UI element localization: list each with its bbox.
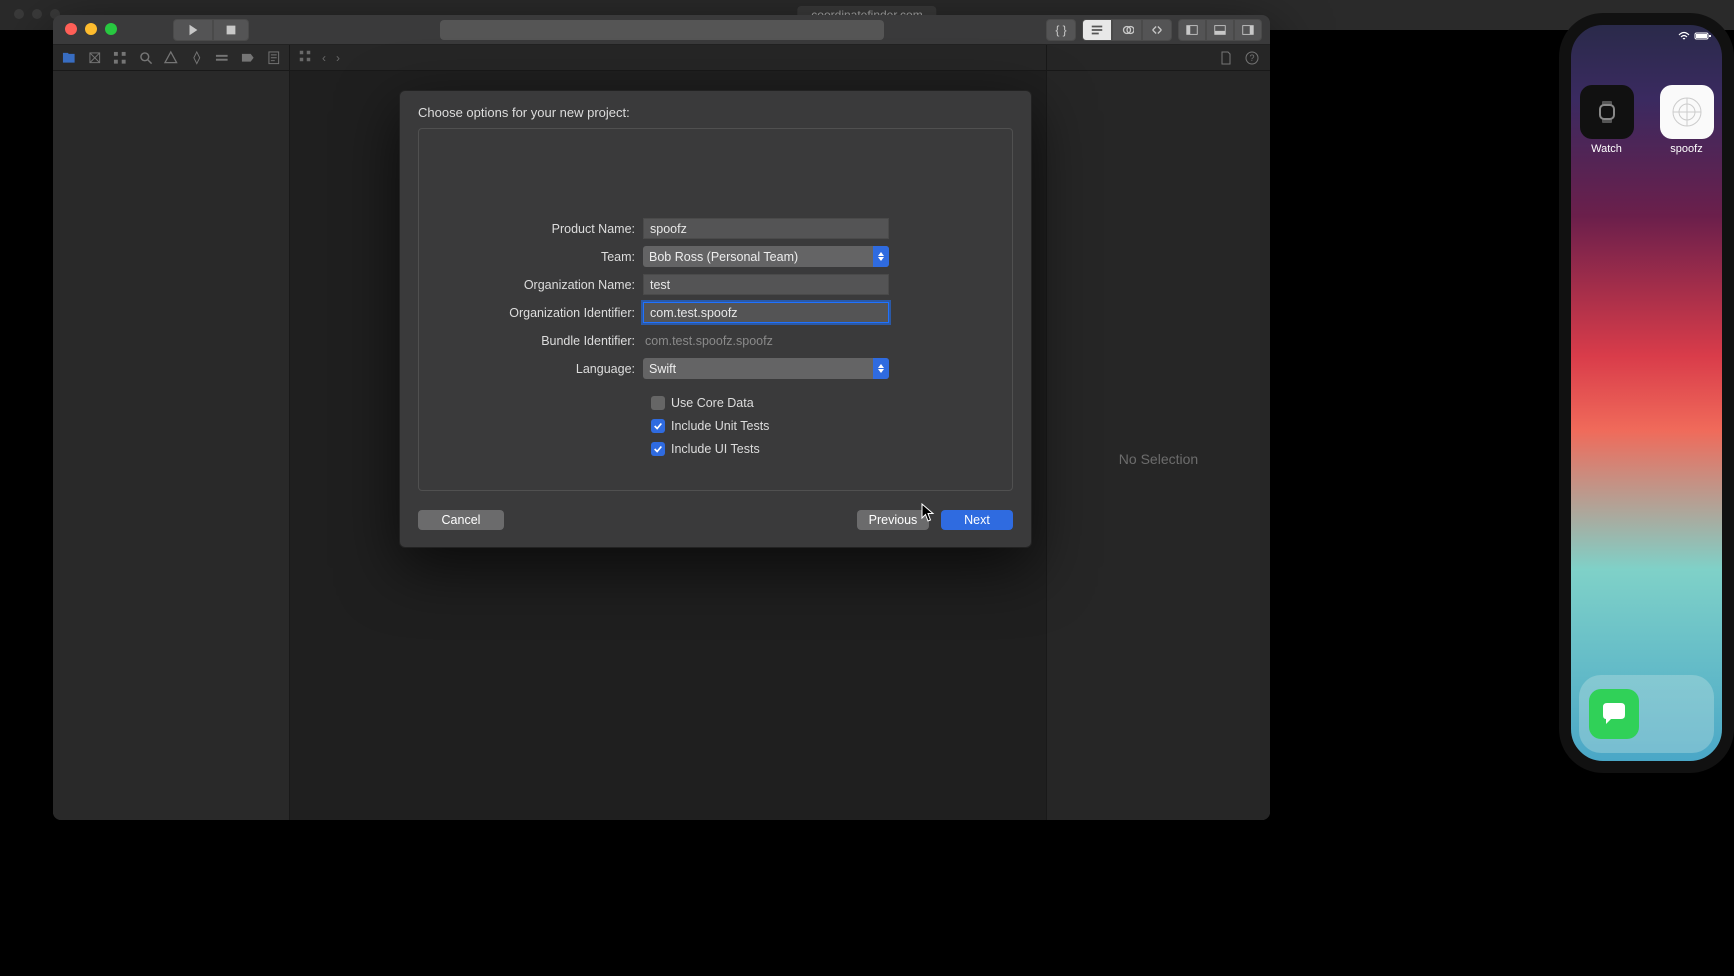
sheet-title: Choose options for your new project:: [400, 91, 1031, 128]
language-popup-value: Swift: [649, 362, 676, 376]
minimize-window-button[interactable]: [85, 23, 97, 35]
new-project-options-sheet: Choose options for your new project: Pro…: [399, 90, 1032, 548]
sim-app-spoofz-label: spoofz: [1670, 143, 1702, 155]
ui-tests-checkbox-label: Include UI Tests: [671, 442, 760, 456]
product-name-label: Product Name:: [419, 222, 643, 236]
next-button[interactable]: Next: [941, 510, 1013, 530]
file-inspector-icon[interactable]: [1218, 50, 1234, 66]
ios-simulator: Watch spoofz: [1559, 13, 1734, 773]
forward-icon[interactable]: ›: [336, 51, 340, 65]
core-data-checkbox[interactable]: [651, 396, 665, 410]
xcode-window: { }: [53, 15, 1270, 820]
messages-app-icon[interactable]: [1589, 689, 1639, 739]
editor-mode-assistant[interactable]: [1112, 19, 1142, 41]
related-items-icon[interactable]: [298, 49, 312, 66]
org-name-label: Organization Name:: [419, 278, 643, 292]
editor-mode-version[interactable]: [1142, 19, 1172, 41]
toggle-navigator-button[interactable]: [1178, 19, 1206, 41]
previous-button[interactable]: Previous: [857, 510, 929, 530]
close-window-button[interactable]: [65, 23, 77, 35]
sim-app-watch[interactable]: Watch: [1580, 85, 1634, 155]
editor-mode-standard[interactable]: [1082, 19, 1112, 41]
source-control-navigator-icon[interactable]: [87, 50, 103, 66]
issue-navigator-icon[interactable]: [163, 50, 179, 66]
battery-icon: [1694, 31, 1712, 44]
watch-app-icon: [1580, 85, 1634, 139]
find-navigator-icon[interactable]: [138, 50, 154, 66]
unit-tests-checkbox[interactable]: [651, 419, 665, 433]
org-name-input[interactable]: [643, 274, 889, 295]
navigator-pane: [53, 45, 290, 820]
debug-navigator-icon[interactable]: [214, 50, 230, 66]
simulator-status-bar: [1678, 31, 1712, 44]
editor-tab-bar: ‹ ›: [290, 45, 1046, 71]
toggle-debug-area-button[interactable]: [1206, 19, 1234, 41]
ui-tests-checkbox[interactable]: [651, 442, 665, 456]
bundle-id-label: Bundle Identifier:: [419, 334, 643, 348]
language-label: Language:: [419, 362, 643, 376]
chevron-updown-icon: [873, 358, 889, 379]
cancel-button[interactable]: Cancel: [418, 510, 504, 530]
run-button[interactable]: [173, 19, 213, 41]
simulator-dock: [1579, 675, 1714, 753]
back-icon[interactable]: ‹: [322, 51, 326, 65]
toolbar-activity-view: [440, 20, 884, 40]
chevron-updown-icon: [873, 246, 889, 267]
org-id-input[interactable]: [643, 302, 889, 323]
breakpoint-navigator-icon[interactable]: [240, 50, 256, 66]
toggle-utilities-button[interactable]: [1234, 19, 1262, 41]
project-navigator-icon[interactable]: [61, 50, 77, 66]
code-review-button[interactable]: { }: [1046, 19, 1076, 41]
svg-text:?: ?: [1249, 53, 1254, 63]
xcode-titlebar: { }: [53, 15, 1270, 45]
report-navigator-icon[interactable]: [266, 50, 282, 66]
quick-help-icon[interactable]: ?: [1244, 50, 1260, 66]
team-popup[interactable]: Bob Ross (Personal Team): [643, 246, 889, 267]
core-data-checkbox-label: Use Core Data: [671, 396, 754, 410]
utilities-empty-label: No Selection: [1047, 451, 1270, 467]
org-id-label: Organization Identifier:: [419, 306, 643, 320]
utilities-pane: ? No Selection: [1046, 45, 1270, 820]
language-popup[interactable]: Swift: [643, 358, 889, 379]
sim-app-spoofz[interactable]: spoofz: [1660, 85, 1714, 155]
test-navigator-icon[interactable]: [189, 50, 205, 66]
sim-app-watch-label: Watch: [1591, 143, 1622, 155]
bundle-id-value: com.test.spoofz.spoofz: [643, 334, 773, 348]
unit-tests-checkbox-label: Include Unit Tests: [671, 419, 769, 433]
symbol-navigator-icon[interactable]: [112, 50, 128, 66]
product-name-input[interactable]: [643, 218, 889, 239]
team-popup-value: Bob Ross (Personal Team): [649, 250, 798, 264]
sheet-body: Product Name: Team: Bob Ross (Personal T…: [418, 128, 1013, 491]
team-label: Team:: [419, 250, 643, 264]
zoom-window-button[interactable]: [105, 23, 117, 35]
spoofz-app-icon: [1660, 85, 1714, 139]
stop-button[interactable]: [213, 19, 249, 41]
wifi-icon: [1678, 31, 1690, 44]
